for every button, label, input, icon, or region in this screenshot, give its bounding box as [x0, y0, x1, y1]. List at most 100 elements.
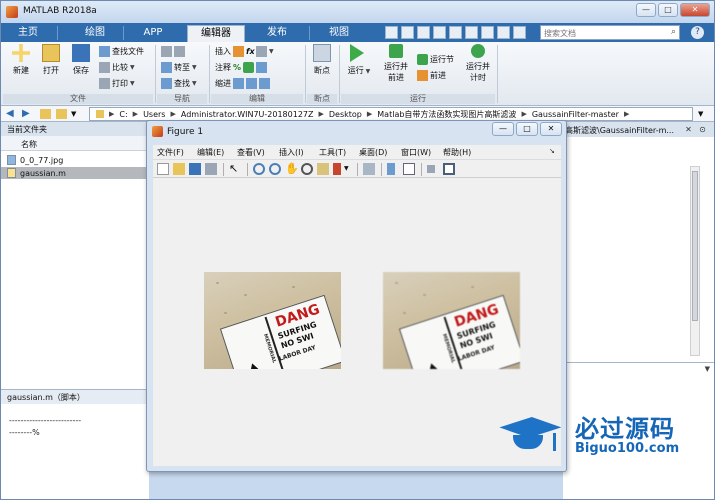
path-segment[interactable]: C: — [119, 110, 127, 119]
menu-file[interactable]: 文件(F) — [157, 147, 184, 158]
menu-help[interactable]: 帮助(H) — [443, 147, 471, 158]
undo-icon[interactable] — [449, 26, 462, 39]
path-segment[interactable]: Desktop — [329, 110, 362, 119]
path-history-dropdown-icon[interactable]: ▼ — [698, 109, 703, 119]
tab-editor[interactable]: 编辑器 — [187, 25, 245, 42]
open-file-icon[interactable] — [173, 163, 185, 175]
maximize-button[interactable]: □ — [658, 3, 678, 17]
chevron-down-icon[interactable]: ▼ — [344, 163, 356, 175]
name-column-header[interactable]: 名称 — [1, 136, 149, 151]
rotate-3d-icon[interactable] — [301, 163, 313, 175]
chevron-down-icon: ▼ — [192, 80, 197, 87]
pointer-icon[interactable]: ↖ — [229, 163, 241, 175]
tab-apps[interactable]: APP — [131, 25, 175, 42]
switch-windows-icon[interactable] — [481, 26, 494, 39]
customize-icon[interactable] — [513, 26, 526, 39]
close-button[interactable]: ✕ — [680, 3, 710, 17]
menu-insert[interactable]: 插入(I) — [279, 147, 304, 158]
path-segment[interactable]: Users — [143, 110, 165, 119]
indent-button[interactable]: 缩进 — [215, 78, 270, 89]
new-button[interactable]: 新建 — [7, 44, 35, 76]
zoom-in-icon[interactable] — [253, 163, 265, 175]
minimize-button[interactable]: — — [636, 3, 656, 17]
run-button[interactable]: 运行 ▼ — [345, 44, 373, 76]
list-item[interactable]: 0_0_77.jpg — [1, 154, 149, 166]
tab-publish[interactable]: 发布 — [255, 25, 299, 42]
back-forward-buttons[interactable] — [161, 46, 185, 57]
run-and-time-button[interactable]: 运行并 计时 — [463, 44, 493, 83]
script-file-icon — [7, 168, 16, 178]
path-segment[interactable]: Matlab自带方法函数实现图片高斯滤波 — [377, 109, 516, 120]
path-segment[interactable]: Administrator.WIN7U-20180127Z — [181, 110, 314, 119]
breakpoints-button[interactable]: 断点 — [309, 44, 335, 76]
tab-view[interactable]: 视图 — [317, 25, 361, 42]
menu-tools[interactable]: 工具(T) — [319, 147, 346, 158]
back-arrow-icon[interactable]: ◀ — [6, 109, 14, 119]
cut-icon[interactable] — [401, 26, 414, 39]
chevron-down-icon[interactable]: ▼ — [705, 365, 710, 373]
tab-home[interactable]: 主页 — [9, 25, 47, 42]
insert-legend-icon[interactable] — [403, 163, 415, 175]
run-and-advance-button[interactable]: 运行并 前进 — [381, 44, 411, 83]
save-figure-icon[interactable] — [189, 163, 201, 175]
hide-plot-tools-icon[interactable] — [427, 165, 435, 173]
paste-icon[interactable] — [433, 26, 446, 39]
new-figure-icon[interactable] — [157, 163, 169, 175]
help-icon[interactable] — [497, 26, 510, 39]
compare-button[interactable]: 比较 ▼ — [99, 62, 135, 73]
menu-edit[interactable]: 编辑(E) — [197, 147, 224, 158]
menu-desktop[interactable]: 桌面(D) — [359, 147, 387, 158]
run-section-button[interactable]: 运行节 — [417, 54, 454, 65]
figure-close-button[interactable]: ✕ — [540, 122, 562, 136]
comment-button[interactable]: 注释% — [215, 62, 267, 73]
figure-minimize-button[interactable]: — — [492, 122, 514, 136]
menu-window[interactable]: 窗口(W) — [401, 147, 431, 158]
wrap-comments-icon — [256, 62, 267, 73]
open-button[interactable]: 打开 — [37, 44, 65, 76]
up-folder-icon[interactable] — [40, 109, 51, 119]
brush-icon[interactable] — [333, 163, 341, 175]
menu-view[interactable]: 查看(V) — [237, 147, 265, 158]
tab-plots[interactable]: 绘图 — [73, 25, 117, 42]
show-plot-tools-icon[interactable] — [443, 163, 455, 175]
print-button[interactable]: 打印 ▼ — [99, 78, 135, 89]
window-title: MATLAB R2018a — [23, 6, 97, 16]
chevron-down-icon[interactable]: ▼ — [71, 109, 76, 119]
scrollbar-thumb[interactable] — [692, 171, 698, 321]
scrollbar[interactable] — [690, 166, 700, 356]
path-box[interactable]: ▶ C: ▶ Users ▶ Administrator.WIN7U-2018012… — [89, 107, 693, 121]
browse-folder-icon[interactable] — [56, 109, 67, 119]
find-label: 查找 — [174, 79, 190, 88]
sand-texture — [395, 282, 398, 284]
panel-menu-icon[interactable]: ⊙ — [697, 124, 708, 135]
dock-icon[interactable]: ↘ — [549, 147, 555, 155]
list-item[interactable]: gaussian.m — [1, 167, 149, 179]
insert-button[interactable]: 插入 fx ▼ — [215, 46, 274, 57]
link-plot-icon[interactable] — [363, 163, 375, 175]
insert-label: 插入 — [215, 47, 231, 56]
figure-maximize-button[interactable]: □ — [516, 122, 538, 136]
copy-icon[interactable] — [417, 26, 430, 39]
print-figure-icon[interactable] — [205, 163, 217, 175]
save-icon[interactable] — [385, 26, 398, 39]
goto-button[interactable]: 转至 ▼ — [161, 62, 197, 73]
save-button[interactable]: 保存 — [67, 44, 95, 76]
find-files-button[interactable]: 查找文件 — [99, 46, 144, 57]
data-cursor-icon[interactable] — [317, 163, 329, 175]
close-icon[interactable]: ✕ — [683, 124, 694, 135]
path-separator-icon: ▶ — [366, 110, 373, 118]
help-menu-icon[interactable]: ? — [691, 26, 704, 39]
insert-more-icon — [256, 46, 267, 57]
search-documentation-input[interactable]: 搜索文档 — [540, 25, 680, 40]
forward-arrow-icon[interactable]: ▶ — [22, 109, 30, 119]
zoom-out-icon[interactable] — [269, 163, 281, 175]
path-segment[interactable]: GaussainFilter-master — [532, 110, 619, 119]
figure-logo-icon — [152, 126, 163, 137]
sand-texture — [292, 286, 295, 288]
redo-icon[interactable] — [465, 26, 478, 39]
advance-button[interactable]: 前进 — [417, 70, 446, 81]
insert-colorbar-icon[interactable] — [387, 163, 395, 175]
pan-hand-icon[interactable]: ✋ — [285, 163, 299, 175]
search-icon[interactable]: ⌕ — [671, 27, 676, 37]
find-button[interactable]: 查找 ▼ — [161, 78, 197, 89]
